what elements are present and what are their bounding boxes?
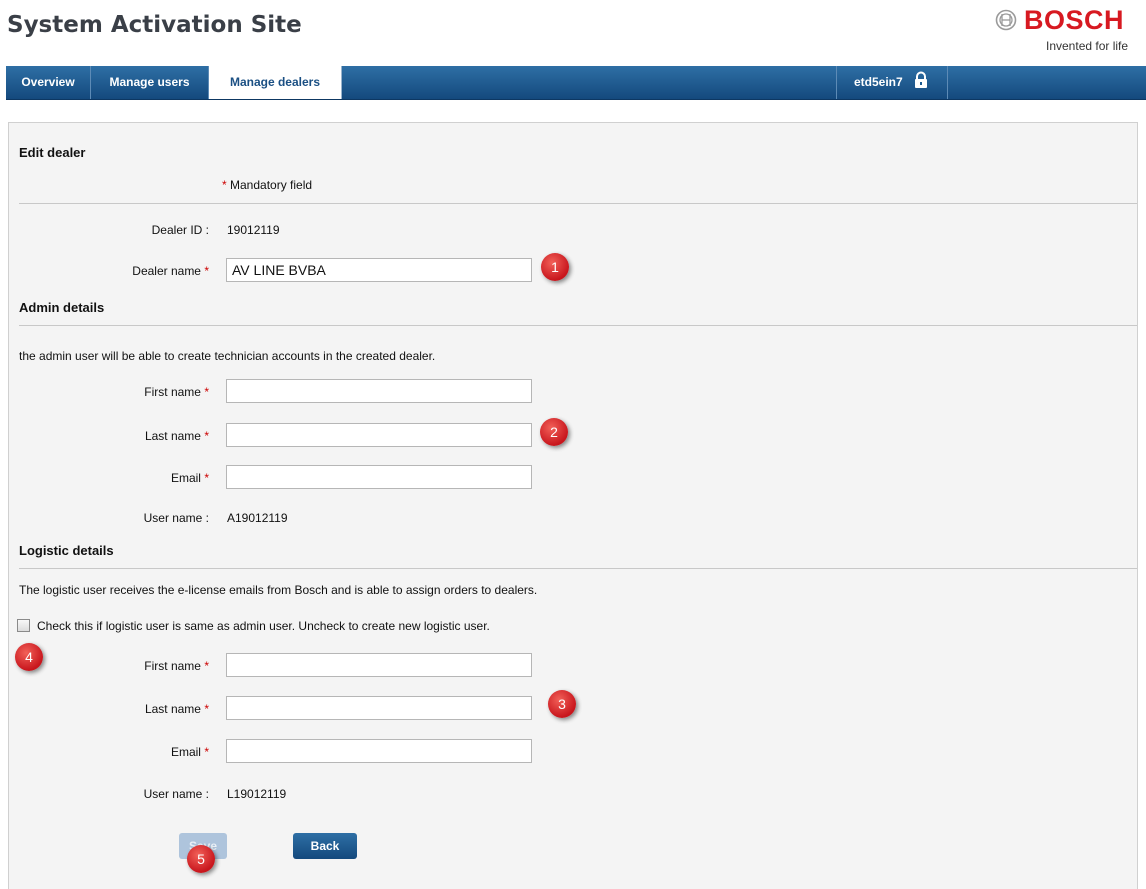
dealer-id-label: Dealer ID : <box>151 223 209 237</box>
same-as-admin-label: Check this if logistic user is same as a… <box>37 619 490 633</box>
same-as-admin-checkbox[interactable] <box>17 619 30 632</box>
admin-username-label: User name : <box>143 511 209 525</box>
lock-icon <box>915 71 928 88</box>
dealer-name-field[interactable] <box>226 258 532 282</box>
logistic-last-name-label: Last name * <box>144 702 209 716</box>
logistic-last-name-field[interactable] <box>226 696 532 720</box>
logistic-email-field[interactable] <box>226 739 532 763</box>
divider <box>19 203 1137 204</box>
main-nav: Overview Manage users Manage dealers etd… <box>6 66 1146 100</box>
admin-first-name-field[interactable] <box>226 379 532 403</box>
tab-overview[interactable]: Overview <box>6 66 91 99</box>
callout-marker-3: 3 <box>548 690 576 718</box>
tab-manage-users[interactable]: Manage users <box>91 66 209 99</box>
back-button[interactable]: Back <box>293 833 357 859</box>
header: System Activation Site BOSCH Invented fo… <box>0 0 1146 66</box>
admin-email-label: Email * <box>170 471 209 485</box>
dealer-name-label: Dealer name * <box>132 264 209 278</box>
divider <box>19 325 1137 326</box>
section-title-logistic-details: Logistic details <box>19 543 114 558</box>
logistic-username-value: L19012119 <box>227 787 287 801</box>
section-title-admin-details: Admin details <box>19 300 105 315</box>
site-title: System Activation Site <box>7 12 302 38</box>
admin-first-name-label: First name * <box>144 385 209 399</box>
logistic-email-label: Email * <box>170 745 209 759</box>
logistic-first-name-field[interactable] <box>226 653 532 677</box>
brand-logo: BOSCH <box>1024 5 1125 35</box>
section-title-edit-dealer: Edit dealer <box>19 145 86 160</box>
logistic-username-label: User name : <box>143 787 209 801</box>
edit-dealer-panel: Edit dealer * Mandatory field Dealer ID … <box>8 122 1138 889</box>
admin-username-value: A19012119 <box>227 511 288 525</box>
divider <box>19 568 1137 569</box>
user-name: etd5ein7 <box>853 75 903 89</box>
logistic-first-name-label: First name * <box>144 659 209 673</box>
dealer-id-value: 19012119 <box>227 223 280 237</box>
bosch-armature-logo-icon <box>995 9 1017 31</box>
admin-last-name-field[interactable] <box>226 423 532 447</box>
admin-email-field[interactable] <box>226 465 532 489</box>
brand-tagline: Invented for life <box>1046 39 1129 53</box>
tab-manage-dealers[interactable]: Manage dealers <box>209 66 342 99</box>
user-menu[interactable]: etd5ein7 <box>836 66 948 99</box>
callout-marker-5: 5 <box>187 845 215 873</box>
callout-marker-2: 2 <box>540 418 568 446</box>
admin-description: the admin user will be able to create te… <box>19 349 436 363</box>
mandatory-note: * Mandatory field <box>222 178 313 192</box>
callout-marker-1: 1 <box>541 253 569 281</box>
logistic-description: The logistic user receives the e-license… <box>19 583 538 597</box>
admin-last-name-label: Last name * <box>144 429 209 443</box>
